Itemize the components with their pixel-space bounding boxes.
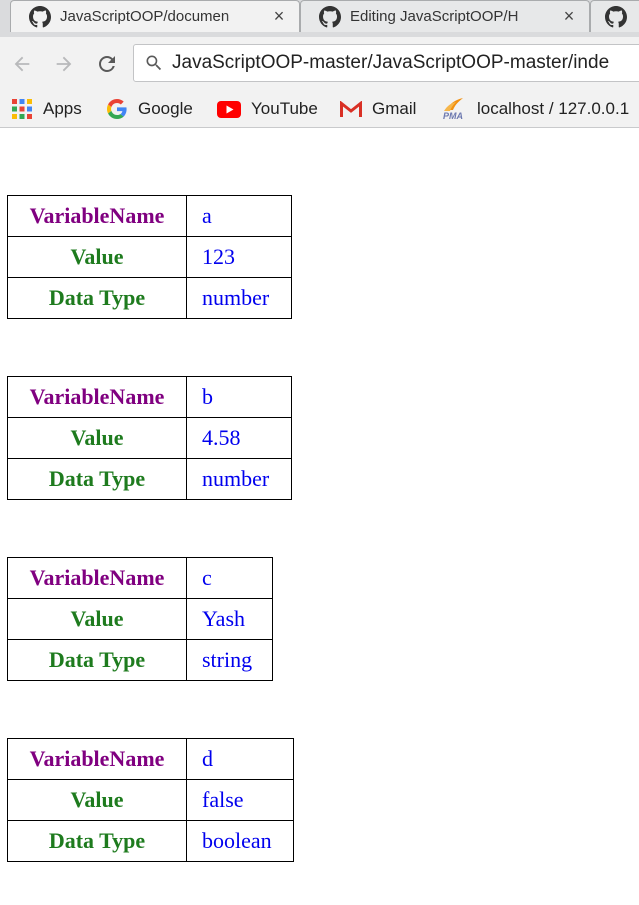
table-row: Data Type number — [7, 277, 292, 319]
value-cell: false — [186, 779, 294, 821]
variable-name-label: VariableName — [7, 738, 187, 780]
variable-table-c: VariableName c Value Yash Data Type stri… — [7, 557, 273, 681]
value-cell: 123 — [186, 236, 292, 278]
variable-name-value: b — [186, 376, 292, 418]
variable-name-value: c — [186, 557, 273, 599]
browser-toolbar: JavaScriptOOP-master/JavaScriptOOP-maste… — [0, 37, 639, 91]
github-icon — [319, 5, 341, 27]
apps-grid-icon — [11, 98, 33, 120]
data-type-label: Data Type — [7, 820, 187, 862]
tab-close-icon[interactable]: × — [555, 6, 583, 27]
github-icon — [29, 5, 51, 27]
variable-table-b: VariableName b Value 4.58 Data Type numb… — [7, 376, 292, 500]
table-row: Value 4.58 — [7, 417, 292, 459]
bookmark-gmail[interactable]: Gmail — [340, 97, 416, 121]
url-text: JavaScriptOOP-master/JavaScriptOOP-maste… — [172, 52, 610, 73]
tab-github[interactable] — [590, 0, 639, 32]
tab-title: Editing JavaScriptOOP/H — [350, 8, 519, 25]
table-row: VariableName c — [7, 557, 273, 599]
tab-title: JavaScriptOOP/documen — [60, 8, 230, 25]
bookmark-localhost[interactable]: PMA localhost / 127.0.0.1 — [441, 97, 629, 121]
tab-strip: JavaScriptOOP/documen × Editing JavaScri… — [0, 0, 639, 37]
data-type-value: number — [186, 277, 292, 319]
bookmarks-bar: Apps Google YouTube Gmail PMA localhost … — [0, 91, 639, 128]
variable-name-value: a — [186, 195, 292, 237]
reload-button[interactable] — [94, 51, 120, 77]
value-cell: 4.58 — [186, 417, 292, 459]
variable-name-value: d — [186, 738, 294, 780]
data-type-label: Data Type — [7, 277, 187, 319]
table-row: Value false — [7, 779, 294, 821]
address-bar[interactable]: JavaScriptOOP-master/JavaScriptOOP-maste… — [133, 44, 639, 82]
variable-table-a: VariableName a Value 123 Data Type numbe… — [7, 195, 292, 319]
bookmark-label: localhost / 127.0.0.1 — [477, 99, 630, 118]
data-type-value: boolean — [186, 820, 294, 862]
data-type-label: Data Type — [7, 639, 187, 681]
svg-text:PMA: PMA — [443, 111, 463, 121]
tab-close-icon[interactable]: × — [265, 6, 293, 27]
value-label: Value — [7, 779, 187, 821]
table-row: Data Type boolean — [7, 820, 294, 862]
phpmyadmin-icon: PMA — [441, 98, 467, 121]
data-type-value: string — [186, 639, 273, 681]
value-label: Value — [7, 598, 187, 640]
bookmark-label: Google — [138, 99, 193, 118]
google-icon — [106, 98, 128, 120]
arrow-left-icon — [14, 56, 30, 72]
table-row: Value 123 — [7, 236, 292, 278]
forward-button[interactable] — [51, 51, 77, 77]
variable-name-label: VariableName — [7, 557, 187, 599]
tab-editing-javascriptoop[interactable]: Editing JavaScriptOOP/H × — [300, 0, 590, 32]
value-cell: Yash — [186, 598, 273, 640]
data-type-label: Data Type — [7, 458, 187, 500]
bookmark-label: Apps — [43, 99, 82, 118]
data-type-value: number — [186, 458, 292, 500]
bookmark-youtube[interactable]: YouTube — [217, 97, 318, 121]
tab-javascriptoop-documentation[interactable]: JavaScriptOOP/documen × — [10, 0, 300, 32]
bookmark-label: Gmail — [372, 99, 417, 118]
variable-name-label: VariableName — [7, 195, 187, 237]
youtube-icon — [217, 98, 241, 120]
table-row: Data Type number — [7, 458, 292, 500]
bookmark-google[interactable]: Google — [106, 97, 193, 121]
reload-icon — [99, 56, 115, 72]
variable-name-label: VariableName — [7, 376, 187, 418]
github-icon — [605, 5, 627, 27]
search-icon — [146, 55, 162, 71]
table-row: VariableName a — [7, 195, 292, 237]
bookmark-label: YouTube — [251, 99, 318, 118]
value-label: Value — [7, 417, 187, 459]
table-row: Value Yash — [7, 598, 273, 640]
value-label: Value — [7, 236, 187, 278]
arrow-right-icon — [56, 56, 72, 72]
table-row: Data Type string — [7, 639, 273, 681]
bookmark-apps[interactable]: Apps — [11, 97, 82, 121]
table-row: VariableName d — [7, 738, 294, 780]
back-button[interactable] — [9, 51, 35, 77]
gmail-icon — [340, 98, 362, 120]
table-row: VariableName b — [7, 376, 292, 418]
variable-table-d: VariableName d Value false Data Type boo… — [7, 738, 294, 862]
